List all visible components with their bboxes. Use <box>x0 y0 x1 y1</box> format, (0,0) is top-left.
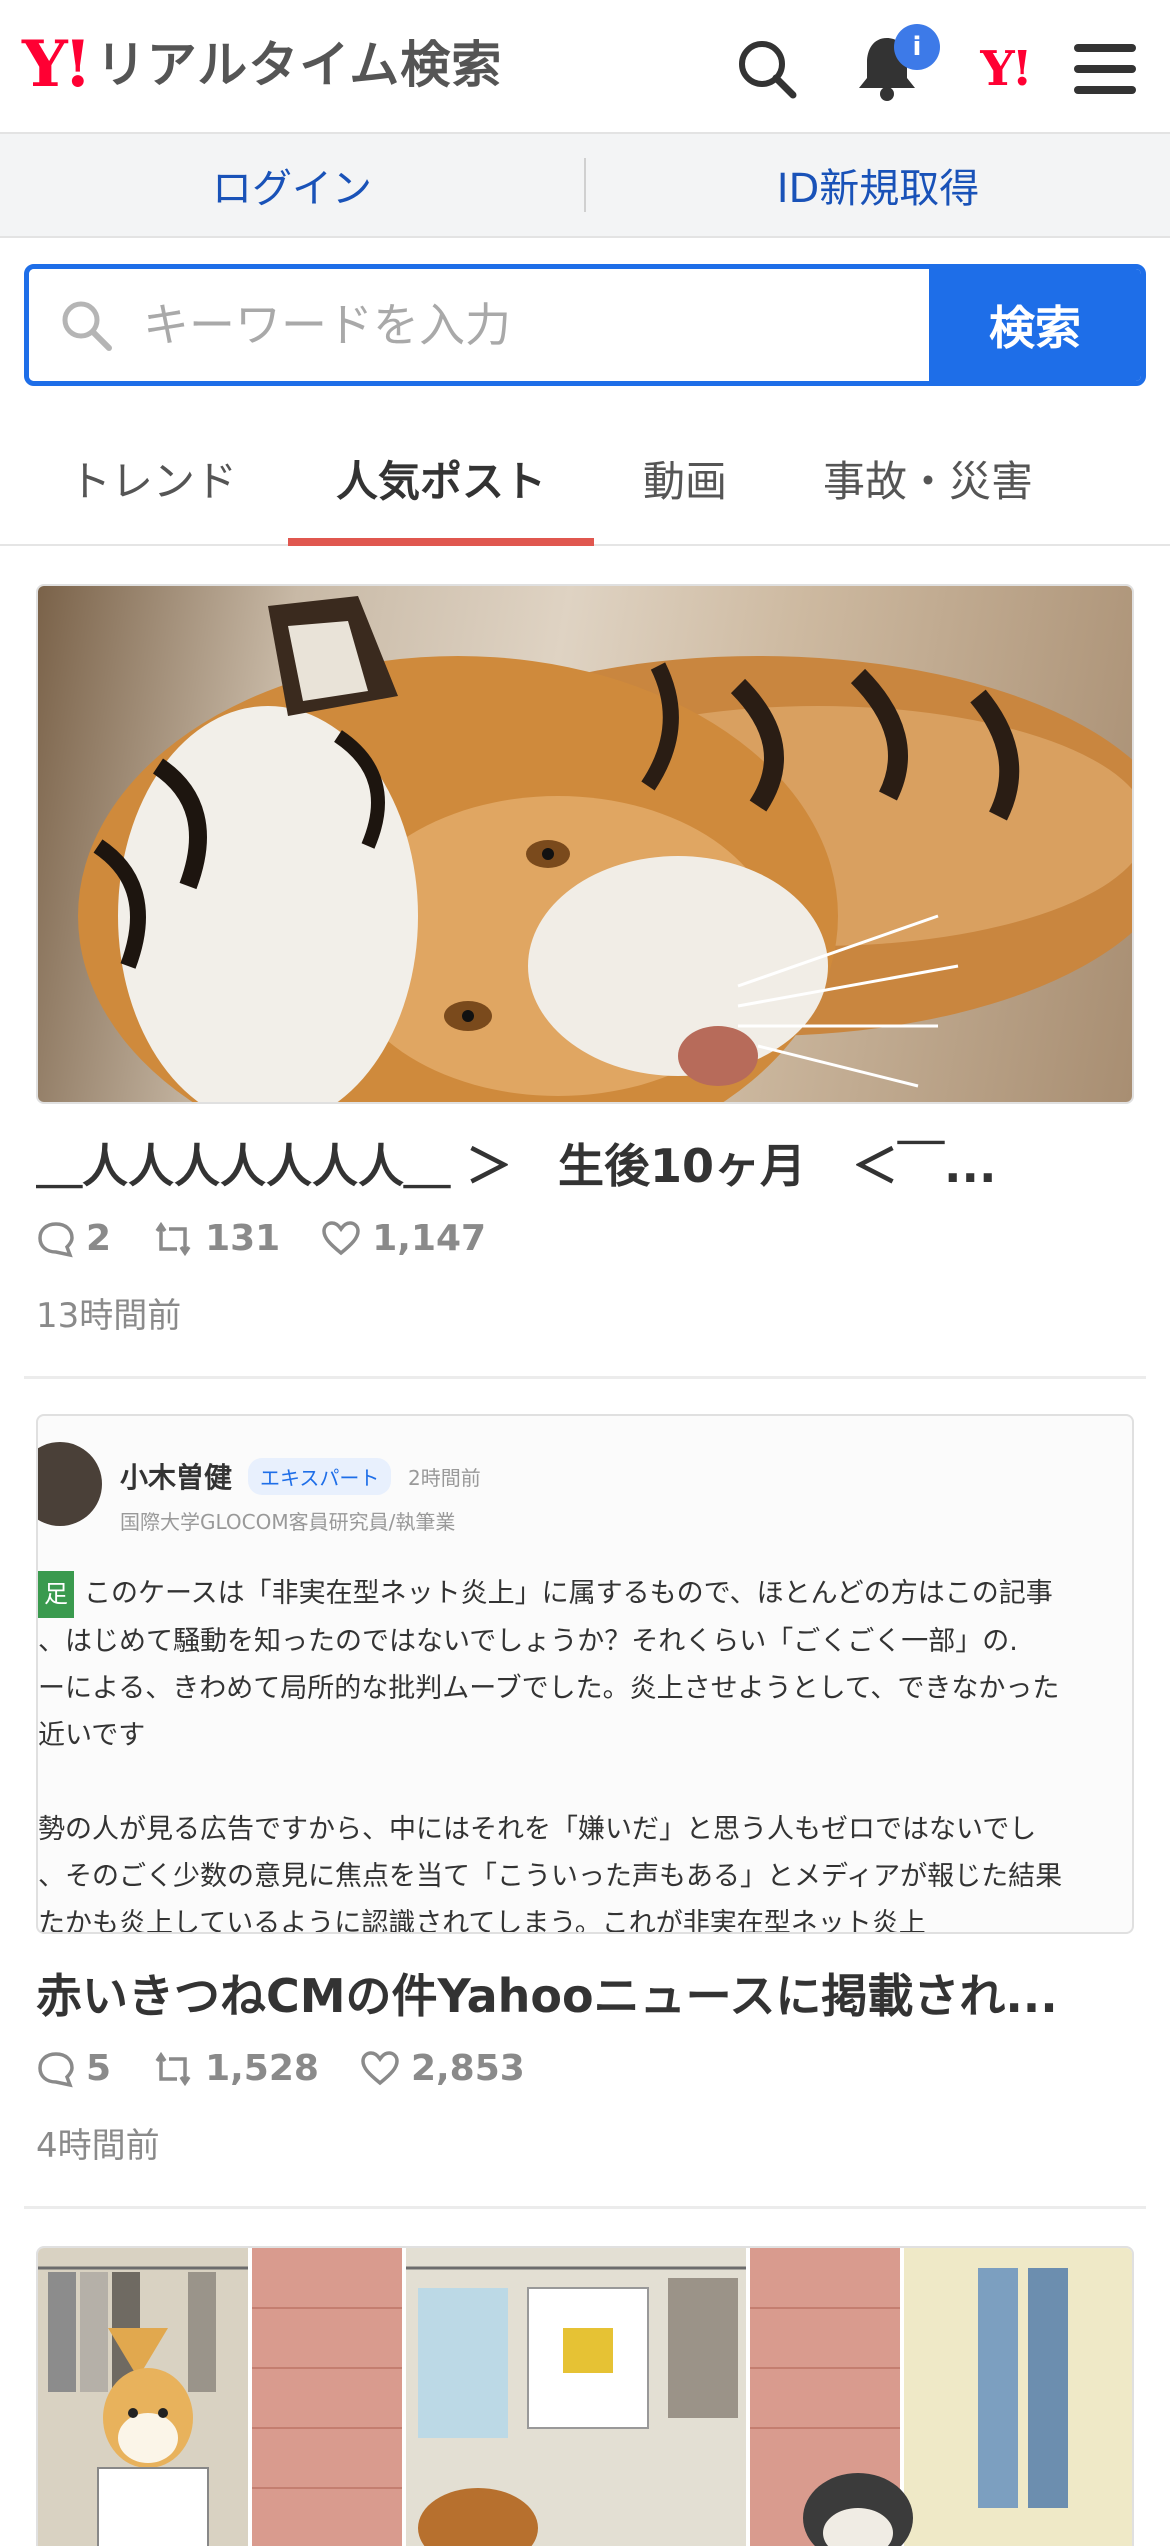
post-title[interactable]: 赤いきつねCMの件Yahooニュースに掲載され... <box>36 1960 1126 2026</box>
post-card[interactable]: ＿人人人人人人人＿ ＞ 生後10ヶ月 ＜￣... 2 131 1,147 13時… <box>24 582 1146 1342</box>
repost-count[interactable]: 1,528 <box>151 2048 319 2089</box>
search-input[interactable] <box>141 297 841 353</box>
screenshot-expert-badge: エキスパート <box>248 1458 392 1495</box>
search-field[interactable] <box>29 269 929 381</box>
search-form: 検索 <box>24 264 1146 386</box>
like-count-value: 2,853 <box>410 2048 525 2089</box>
search-icon[interactable] <box>722 24 812 114</box>
tab-trend[interactable]: トレンド <box>48 410 258 546</box>
repost-count-value: 131 <box>205 1218 281 1259</box>
screenshot-author: 小木曽健 <box>120 1461 233 1494</box>
screenshot-tag: 足 <box>38 1571 74 1618</box>
tab-popular-posts[interactable]: 人気ポスト <box>288 410 594 546</box>
heart-icon <box>322 1220 360 1255</box>
post-divider <box>24 1376 1146 1379</box>
post-image-cartoon[interactable] <box>36 2246 1134 2546</box>
reply-icon <box>38 1221 74 1257</box>
repost-icon <box>155 1221 191 1256</box>
tab-accident-disaster[interactable]: 事故・災害 <box>800 410 1056 546</box>
notification-badge: i <box>894 24 940 70</box>
like-count-value: 1,147 <box>372 1218 487 1259</box>
post-divider <box>24 2206 1146 2209</box>
hamburger-menu-icon[interactable] <box>1060 24 1150 114</box>
post-card[interactable] <box>24 2244 1146 2546</box>
screenshot-time: 2時間前 <box>408 1466 481 1490</box>
author-avatar <box>38 1442 102 1526</box>
post-title[interactable]: ＿人人人人人人人＿ ＞ 生後10ヶ月 ＜￣... <box>36 1130 1126 1196</box>
post-image-tiger[interactable] <box>36 584 1134 1104</box>
app-header: Y! リアルタイム検索 i Y! <box>0 0 1170 134</box>
yahoo-top-link[interactable]: Y! <box>960 24 1050 114</box>
tab-video[interactable]: 動画 <box>620 410 750 546</box>
reply-icon <box>38 2051 74 2087</box>
post-card[interactable]: 小木曽健 エキスパート 2時間前 国際大学GLOCOM客員研究員/執筆業 足この… <box>24 1412 1146 2172</box>
yahoo-mark-icon: Y! <box>980 41 1032 97</box>
heart-icon <box>361 2050 399 2085</box>
reply-count[interactable]: 5 <box>36 2048 111 2089</box>
post-timestamp: 4時間前 <box>36 2126 160 2166</box>
auth-bar: ログイン ID新規取得 <box>0 134 1170 238</box>
repost-count[interactable]: 131 <box>151 1218 280 1259</box>
yahoo-logo-mark: Y! <box>22 27 92 102</box>
yahoo-realtime-logo[interactable]: Y! リアルタイム検索 <box>22 30 502 100</box>
reply-count[interactable]: 2 <box>36 1218 111 1259</box>
reply-count-value: 2 <box>86 1218 112 1259</box>
search-field-icon <box>62 301 112 351</box>
post-image-screenshot[interactable]: 小木曽健 エキスパート 2時間前 国際大学GLOCOM客員研究員/執筆業 足この… <box>36 1414 1134 1934</box>
like-count[interactable]: 1,147 <box>320 1218 486 1259</box>
post-stats: 5 1,528 2,853 <box>36 2048 565 2089</box>
signup-link[interactable]: ID新規取得 <box>586 156 1170 214</box>
like-count[interactable]: 2,853 <box>359 2048 525 2089</box>
post-stats: 2 131 1,147 <box>36 1218 526 1259</box>
category-tabs: トレンド 人気ポスト 動画 事故・災害 <box>0 410 1170 546</box>
screenshot-body: 足このケースは「非実在型ネット炎上」に属するもので、ほとんどの方はこの記事 、は… <box>38 1570 1132 1932</box>
notification-bell-icon[interactable]: i <box>842 24 940 114</box>
logo-text: リアルタイム検索 <box>95 36 503 94</box>
login-link[interactable]: ログイン <box>0 156 584 214</box>
repost-icon <box>155 2051 191 2086</box>
reply-count-value: 5 <box>86 2048 112 2089</box>
repost-count-value: 1,528 <box>205 2048 319 2089</box>
post-timestamp: 13時間前 <box>36 1296 182 1336</box>
search-button[interactable]: 検索 <box>929 269 1141 381</box>
screenshot-affiliation: 国際大学GLOCOM客員研究員/執筆業 <box>120 1510 456 1534</box>
